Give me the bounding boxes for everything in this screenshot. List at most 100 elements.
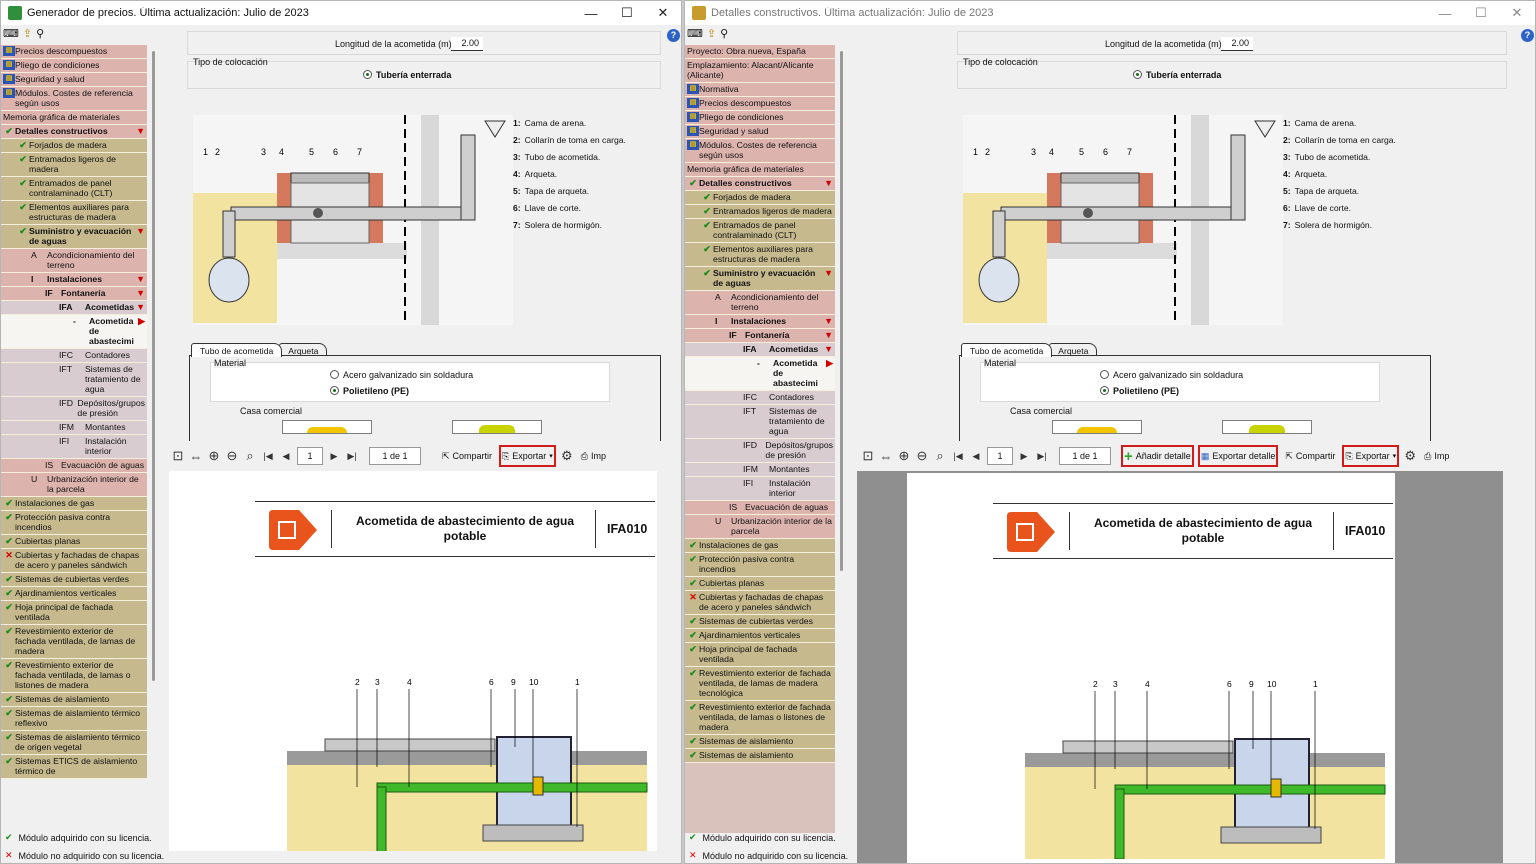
close-button[interactable]: ✕ bbox=[1499, 5, 1535, 21]
tree-item[interactable]: IFI Instalación interior bbox=[685, 477, 835, 501]
tree-item[interactable]: ✔ Instalaciones de gas bbox=[685, 539, 835, 553]
tree-item[interactable]: ✔ Revestimiento exterior de fachada venti… bbox=[1, 659, 147, 693]
upload-icon[interactable]: ⇪ bbox=[707, 27, 716, 41]
tree-item[interactable]: ✔ Hoja principal de fachada ventilada bbox=[685, 643, 835, 667]
material-option-steel[interactable]: Acero galvanizado sin soldadura bbox=[1100, 370, 1243, 380]
binoculars-icon[interactable]: ⚲ bbox=[720, 27, 728, 41]
title-bar[interactable]: Detalles constructivos. Última actualiza… bbox=[685, 1, 1535, 25]
tree-item[interactable]: ✔ Revestimiento exterior de fachada venti… bbox=[685, 701, 835, 735]
tree-item[interactable]: Emplazamiento: Alacant/Alicante (Alicant… bbox=[685, 59, 835, 83]
tree-item[interactable]: IFT Sistemas de tratamiento de agua bbox=[685, 405, 835, 439]
zoom-out-icon[interactable]: ⊖ bbox=[225, 448, 239, 464]
tree-item[interactable]: ✔ Suministro y evacuación de aguas ▼ bbox=[1, 225, 147, 249]
tree-item[interactable]: IFT Sistemas de tratamiento de agua bbox=[1, 363, 147, 397]
last-page-icon[interactable]: ▶| bbox=[1035, 451, 1049, 462]
export-detail-button[interactable]: ▦ Exportar detalle bbox=[1197, 445, 1279, 467]
tree-item[interactable]: IF Fontanería ▼ bbox=[685, 329, 835, 343]
chevron-right-icon[interactable]: ▶ bbox=[138, 316, 145, 326]
tree-item[interactable]: U Urbanización interior de la parcela bbox=[685, 515, 835, 539]
next-page-icon[interactable]: ▶ bbox=[327, 451, 341, 462]
help-icon[interactable]: ? bbox=[1521, 29, 1534, 42]
binoculars-icon[interactable]: ⚲ bbox=[36, 27, 44, 41]
minimize-button[interactable]: — bbox=[573, 6, 609, 21]
tree-item[interactable]: ✔ Suministro y evacuación de aguas ▼ bbox=[685, 267, 835, 291]
tree-item[interactable]: ▤ Precios descompuestos bbox=[685, 97, 835, 111]
tree-item[interactable]: ✔ Sistemas de aislamiento térmico de orig… bbox=[1, 731, 147, 755]
tree-item[interactable]: ✔ Sistemas de aislamiento térmico reflexi… bbox=[1, 707, 147, 731]
tree-item[interactable]: ✔ Forjados de madera bbox=[685, 191, 835, 205]
zoom-tool-icon[interactable]: ⌕ bbox=[243, 448, 257, 464]
length-input[interactable]: 2.00 bbox=[451, 37, 483, 51]
tree-item[interactable]: ✔ Elementos auxiliares para estructuras d… bbox=[685, 243, 835, 267]
brand-option-2[interactable] bbox=[452, 420, 542, 434]
brand-option-1[interactable] bbox=[1052, 420, 1142, 434]
tab-tubo-acometida[interactable]: Tubo de acometida bbox=[191, 343, 283, 357]
first-page-icon[interactable]: |◀ bbox=[261, 451, 275, 462]
zoom-out-icon[interactable]: ⊖ bbox=[915, 448, 929, 464]
export-button[interactable]: ⎘ Exportar ▾ bbox=[499, 445, 556, 467]
tree-item[interactable]: ✔ Entramados de panel contralaminado (CLT… bbox=[1, 177, 147, 201]
fit-width-icon[interactable]: ⇔ bbox=[879, 449, 893, 464]
chevron-down-icon[interactable]: ▼ bbox=[824, 344, 833, 354]
tree-item[interactable]: IFI Instalación interior bbox=[1, 435, 147, 459]
tree-item[interactable]: ✔ Forjados de madera bbox=[1, 139, 147, 153]
tree-item[interactable]: ✔ Sistemas de aislamiento bbox=[685, 735, 835, 749]
tree-item[interactable]: ✔ Elementos auxiliares para estructuras d… bbox=[1, 201, 147, 225]
chevron-down-icon[interactable]: ▼ bbox=[136, 302, 145, 312]
maximize-button[interactable]: ☐ bbox=[609, 5, 645, 21]
brand-option-1[interactable] bbox=[282, 420, 372, 434]
tree-item[interactable]: ▤ Precios descompuestos bbox=[1, 45, 147, 59]
tree-item[interactable]: IF Fontanería ▼ bbox=[1, 287, 147, 301]
tree-item[interactable]: IFC Contadores bbox=[685, 391, 835, 405]
tree-item[interactable]: U Urbanización interior de la parcela bbox=[1, 473, 147, 497]
tree-item[interactable]: ✔ Sistemas de cubiertas verdes bbox=[1, 573, 147, 587]
tree-item[interactable]: I Instalaciones ▼ bbox=[1, 273, 147, 287]
keyboard-icon[interactable]: ⌨ bbox=[3, 27, 19, 41]
fit-width-icon[interactable]: ⇔ bbox=[189, 449, 203, 464]
chevron-right-icon[interactable]: ▶ bbox=[826, 358, 833, 368]
tree-item[interactable]: ✕ Cubiertas y fachadas de chapas de acero… bbox=[1, 549, 147, 573]
first-page-icon[interactable]: |◀ bbox=[951, 451, 965, 462]
zoom-page-icon[interactable]: ⊡ bbox=[861, 448, 875, 464]
tree-item[interactable]: ✔ Detalles constructivos ▼ bbox=[1, 125, 147, 139]
tree-item[interactable]: ✔ Sistemas de aislamiento bbox=[1, 693, 147, 707]
tree-item[interactable]: Memoria gráfica de materiales bbox=[1, 111, 147, 125]
brand-option-2[interactable] bbox=[1222, 420, 1312, 434]
tree-item[interactable]: ✔ Revestimiento exterior de fachada venti… bbox=[1, 625, 147, 659]
tree-item[interactable]: ▤ Pliego de condiciones bbox=[685, 111, 835, 125]
tree-item[interactable]: ▤ Módulos. Costes de referencia según uso… bbox=[685, 139, 835, 163]
tab-tubo-acometida[interactable]: Tubo de acometida bbox=[961, 343, 1053, 357]
chevron-down-icon[interactable]: ▼ bbox=[136, 226, 145, 236]
tree-item[interactable]: ✔ Protección pasiva contra incendios bbox=[1, 511, 147, 535]
prev-page-icon[interactable]: ◀ bbox=[969, 451, 983, 462]
prev-page-icon[interactable]: ◀ bbox=[279, 451, 293, 462]
sidebar-scrollbar[interactable] bbox=[840, 51, 843, 571]
tree-item[interactable]: ✔ Entramados de panel contralaminado (CLT… bbox=[685, 219, 835, 243]
tree-item[interactable]: I Instalaciones ▼ bbox=[685, 315, 835, 329]
placement-option[interactable]: Tubería enterrada bbox=[1133, 70, 1221, 80]
page-input[interactable]: 1 bbox=[987, 447, 1013, 465]
add-detail-button[interactable]: + Añadir detalle bbox=[1121, 445, 1194, 467]
tree-item[interactable]: ▤ Pliego de condiciones bbox=[1, 59, 147, 73]
last-page-icon[interactable]: ▶| bbox=[345, 451, 359, 462]
maximize-button[interactable]: ☐ bbox=[1463, 5, 1499, 21]
zoom-in-icon[interactable]: ⊕ bbox=[897, 448, 911, 464]
material-option-pe[interactable]: Polietileno (PE) bbox=[330, 386, 409, 396]
tree-item[interactable]: ✔ Revestimiento exterior de fachada venti… bbox=[685, 667, 835, 701]
tree-item[interactable]: ✔ Cubiertas planas bbox=[1, 535, 147, 549]
length-input[interactable]: 2.00 bbox=[1221, 37, 1253, 51]
tree-item[interactable]: IS Evacuación de aguas bbox=[1, 459, 147, 473]
tree-item[interactable]: IFM Montantes bbox=[685, 463, 835, 477]
zoom-page-icon[interactable]: ⊡ bbox=[171, 448, 185, 464]
tree-item[interactable]: Proyecto: Obra nueva, España bbox=[685, 45, 835, 59]
tree-item[interactable]: - Acometida de abastecimi ▶ bbox=[685, 357, 835, 391]
tree-item[interactable]: ▤ Seguridad y salud bbox=[1, 73, 147, 87]
settings-icon[interactable]: ⚙ bbox=[560, 448, 574, 464]
tree-item[interactable]: ✔ Ajardinamientos verticales bbox=[1, 587, 147, 601]
placement-option[interactable]: Tubería enterrada bbox=[363, 70, 451, 80]
title-bar[interactable]: Generador de precios. Última actualizaci… bbox=[1, 1, 681, 25]
tree-item[interactable]: ▤ Módulos. Costes de referencia según uso… bbox=[1, 87, 147, 111]
tree-item[interactable]: IFA Acometidas ▼ bbox=[1, 301, 147, 315]
tree-item[interactable]: IS Evacuación de aguas bbox=[685, 501, 835, 515]
upload-icon[interactable]: ⇪ bbox=[23, 27, 32, 41]
